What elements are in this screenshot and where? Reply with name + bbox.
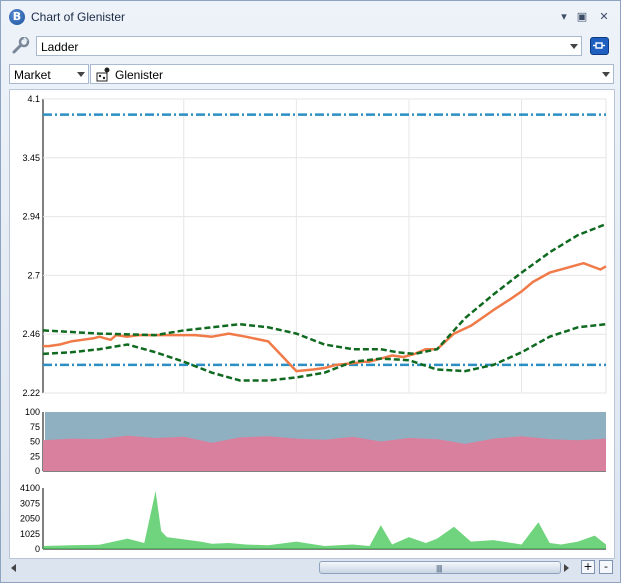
maximize-window-icon[interactable]: ▣: [575, 10, 589, 24]
zoom-in-button[interactable]: +: [581, 560, 595, 574]
y-tick-label: 0: [35, 544, 40, 554]
view-select-value: Ladder: [41, 40, 79, 54]
y-tick-label: 50: [30, 437, 40, 447]
y-tick-label: 3075: [20, 498, 40, 508]
runner-select[interactable]: Glenister: [90, 64, 614, 84]
y-tick-label: 2.94: [22, 212, 40, 222]
y-tick-label: 3.45: [22, 153, 40, 163]
dock-button[interactable]: [590, 37, 609, 55]
y-tick-label: 25: [30, 451, 40, 461]
scroll-bar[interactable]: ||||| + -: [1, 559, 620, 581]
y-tick-label: 2050: [20, 514, 40, 524]
wrench-icon[interactable]: [11, 37, 31, 55]
y-tick-label: 2.22: [22, 388, 40, 398]
chart-canvas[interactable]: 4.1 3.45 2.94 2.7 2.46 2.22 100 75 50 25 0 4100 30…: [10, 90, 614, 558]
selection-toolbar: Market Glenister: [1, 61, 620, 87]
source-select-value: Market: [14, 68, 51, 82]
volume-area: [43, 491, 606, 549]
chart-window: B Chart of Glenister ▾ ▣ ✕ Ladder Market: [0, 0, 621, 583]
y-tick-label: 2.7: [27, 270, 40, 280]
scroll-left-icon[interactable]: [11, 564, 16, 572]
y-tick-label: 4100: [20, 483, 40, 493]
close-window-icon[interactable]: ✕: [597, 10, 611, 24]
chart-area[interactable]: 4.1 3.45 2.94 2.7 2.46 2.22 100 75 50 25 0 4100 30…: [9, 89, 615, 559]
zoom-out-button[interactable]: -: [599, 560, 613, 574]
y-tick-label: 100: [25, 407, 40, 417]
chevron-down-icon: [77, 72, 85, 77]
chevron-down-icon: [570, 44, 578, 49]
pin-window-icon[interactable]: ▾: [557, 10, 571, 24]
y-tick-label: 0: [35, 466, 40, 476]
y-tick-label: 4.1: [27, 94, 40, 104]
y-tick-label: 2.46: [22, 329, 40, 339]
back-share-area: [43, 435, 606, 471]
grip-icon: |||||: [436, 564, 442, 573]
y-tick-label: 75: [30, 422, 40, 432]
title-bar: B Chart of Glenister ▾ ▣ ✕: [1, 1, 620, 31]
source-select[interactable]: Market: [9, 64, 89, 84]
app-logo-icon: B: [9, 9, 25, 25]
view-toolbar: Ladder: [1, 33, 620, 59]
window-title: Chart of Glenister: [31, 10, 126, 24]
price-panel: 4.1 3.45 2.94 2.7 2.46 2.22: [22, 94, 607, 398]
volume-panel: 4100 3075 2050 1025 0: [20, 483, 606, 554]
view-select[interactable]: Ladder: [36, 36, 582, 56]
runner-select-value: Glenister: [115, 68, 164, 82]
dock-pin-icon: [593, 42, 605, 49]
y-tick-label: 1025: [20, 529, 40, 539]
scroll-thumb[interactable]: |||||: [319, 561, 561, 574]
chevron-down-icon: [602, 72, 610, 77]
weight-of-money-panel: 100 75 50 25 0: [25, 407, 606, 476]
jockey-silks-icon: [96, 67, 110, 82]
scroll-right-icon[interactable]: [564, 564, 569, 572]
